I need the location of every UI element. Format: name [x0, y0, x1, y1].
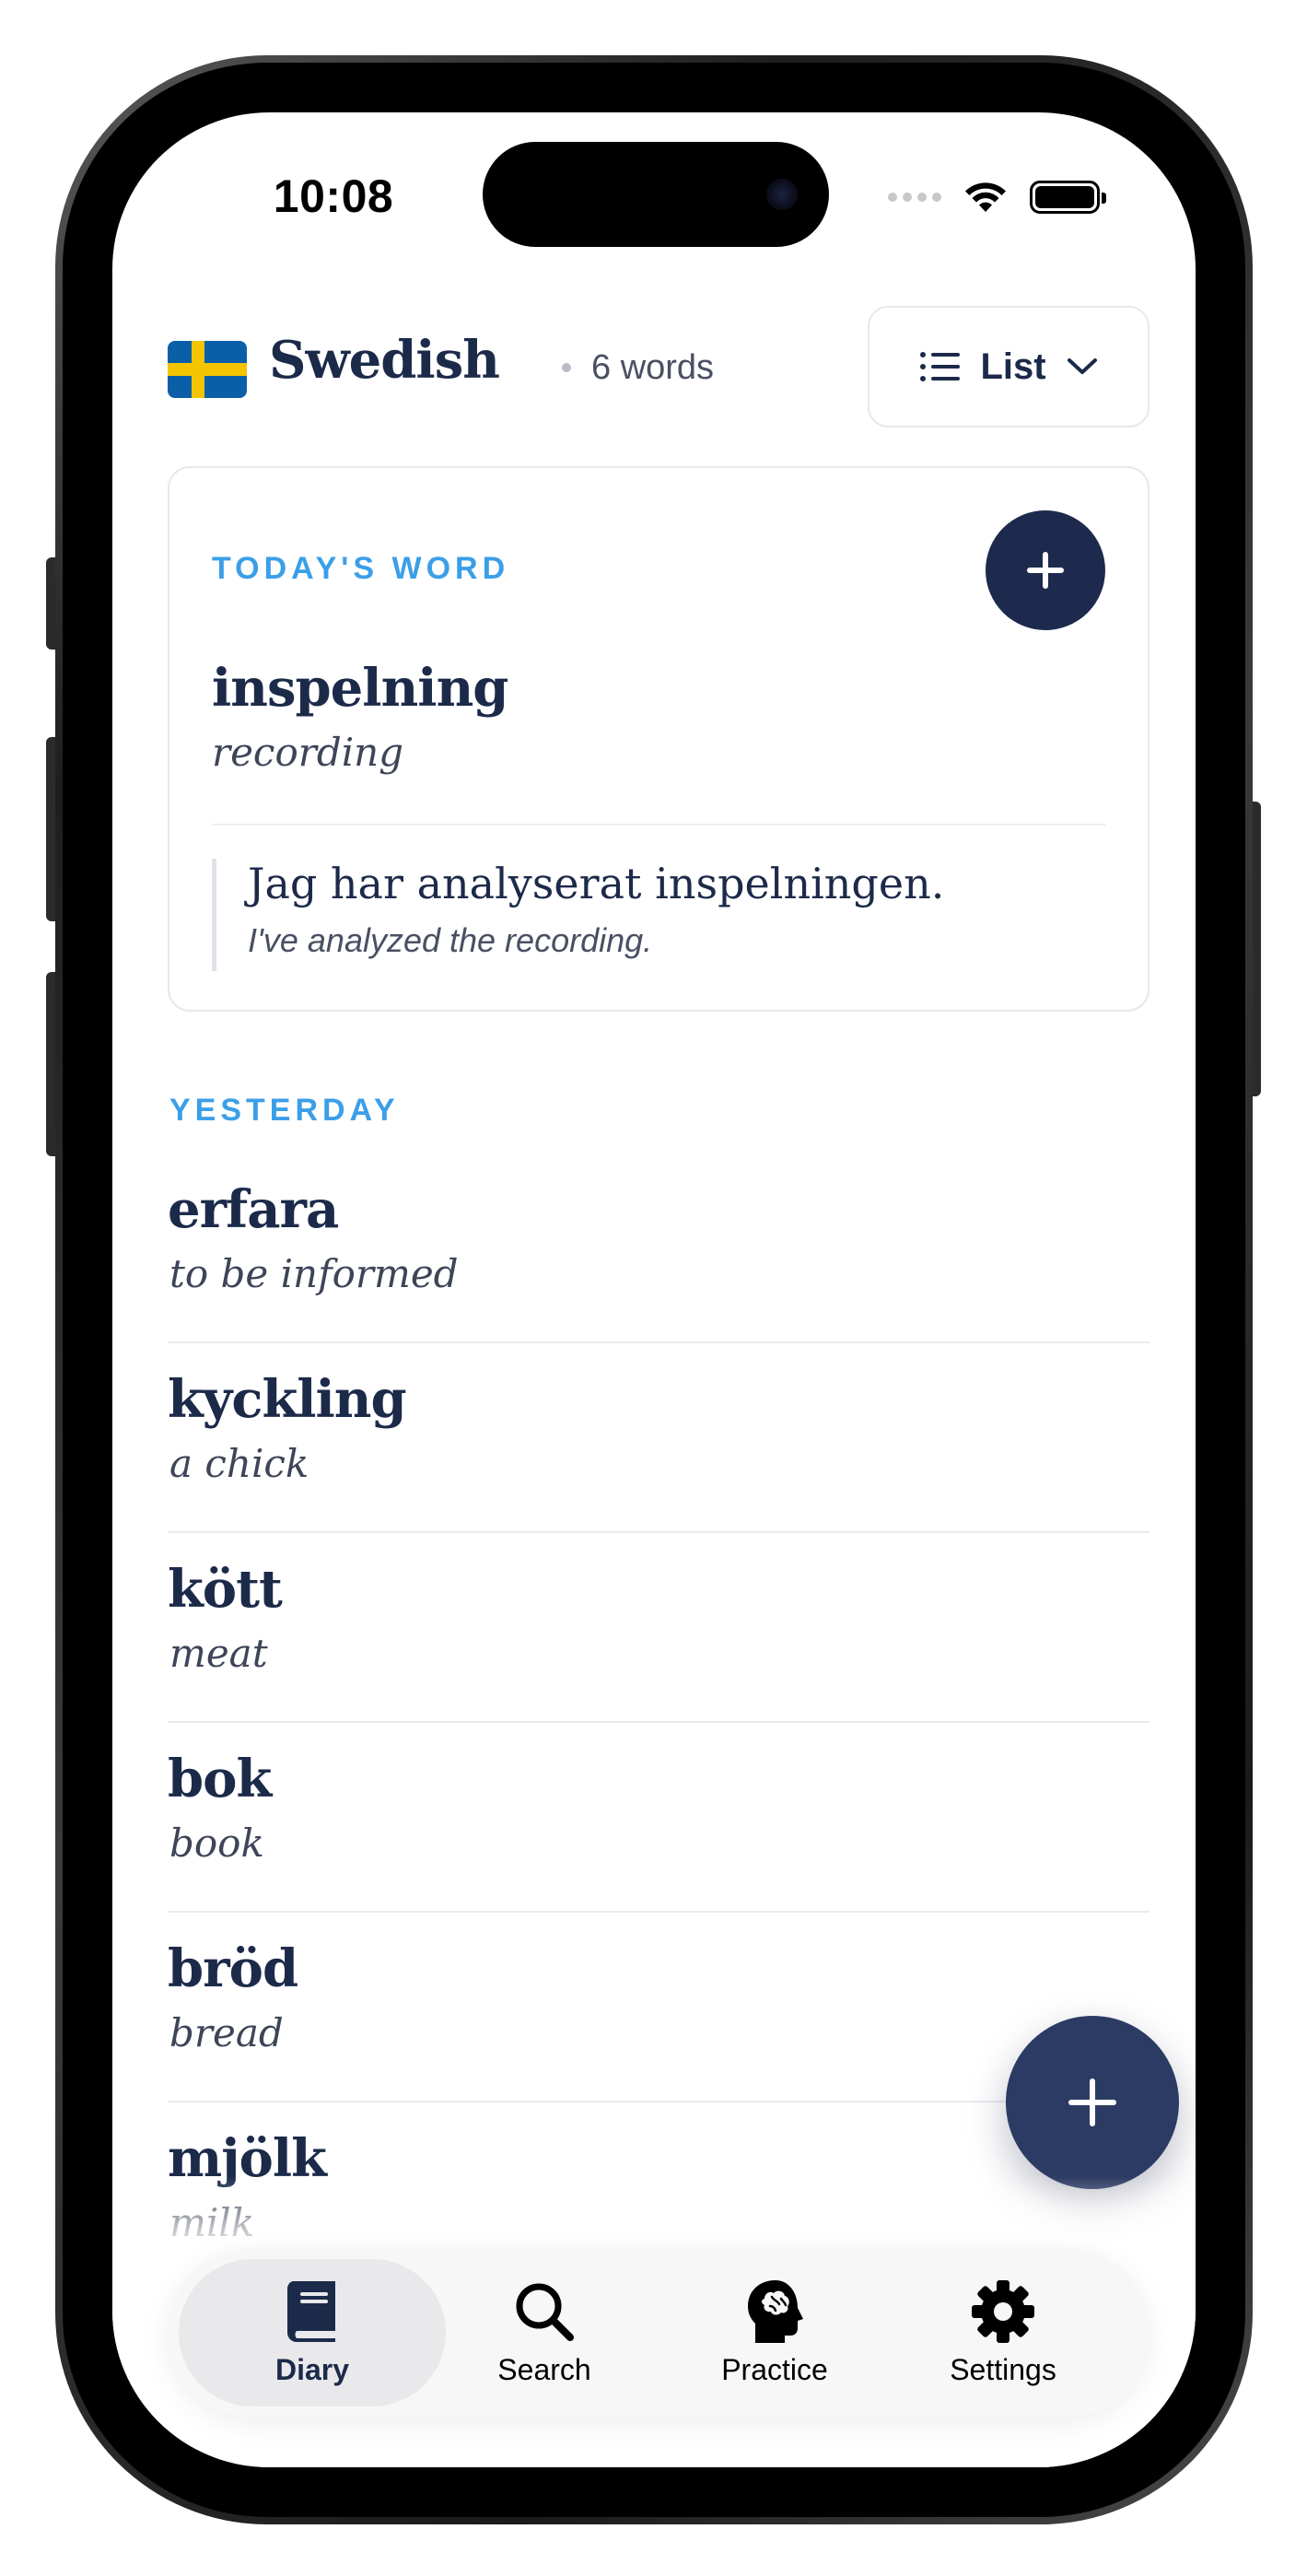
app-screen: 10:08 Swedish 6 words List TODAY'S WORD …: [112, 112, 1196, 2467]
list-item[interactable]: erfara to be informed: [168, 1153, 1149, 1343]
book-icon: [286, 2280, 335, 2342]
tab-bar: Diary Search Practice Settings: [168, 2248, 1149, 2418]
list-item-translation: meat: [169, 1631, 268, 1676]
cellular-signal-icon: [888, 193, 941, 202]
yesterday-section-label: YESTERDAY: [169, 1093, 400, 1128]
tab-practice-label: Practice: [721, 2352, 828, 2386]
swedish-flag-icon: [168, 341, 247, 398]
plus-icon: [1068, 2078, 1116, 2126]
example-translation: I've analyzed the recording.: [248, 921, 653, 959]
tab-settings-label: Settings: [950, 2352, 1056, 2386]
list-item-word: bröd: [168, 1938, 298, 1999]
language-title: Swedish: [269, 330, 500, 391]
example-quote: Jag har analyserat inspelningen. I've an…: [212, 859, 944, 971]
dynamic-island: [483, 142, 829, 247]
diary-header: Swedish 6 words List: [168, 306, 1149, 427]
add-word-fab[interactable]: [1006, 2016, 1179, 2189]
word-count: 6 words: [591, 348, 715, 387]
battery-icon: [1030, 181, 1106, 214]
gear-icon: [972, 2279, 1034, 2343]
todays-word-card[interactable]: TODAY'S WORD inspelning recording Jag ha…: [168, 466, 1149, 1012]
list-item[interactable]: kött meat: [168, 1533, 1149, 1723]
tab-search[interactable]: Search: [411, 2259, 678, 2406]
list-item-word: bok: [168, 1749, 272, 1809]
search-icon: [516, 2283, 574, 2341]
separator-dot: [562, 363, 571, 372]
word-list: erfara to be informed kyckling a chick k…: [168, 1153, 1149, 2292]
todays-word-label: TODAY'S WORD: [212, 551, 510, 586]
status-indicators: [888, 179, 1106, 216]
view-mode-dropdown[interactable]: List: [868, 306, 1149, 427]
list-item-translation: book: [169, 1821, 264, 1866]
phone-bezel: 10:08 Swedish 6 words List TODAY'S WORD …: [63, 63, 1245, 2517]
plus-icon: [1027, 552, 1064, 589]
list-item[interactable]: bok book: [168, 1723, 1149, 1913]
phone-frame: 10:08 Swedish 6 words List TODAY'S WORD …: [55, 55, 1253, 2524]
front-camera-icon: [766, 179, 798, 210]
view-mode-label: List: [980, 345, 1046, 387]
status-time: 10:08: [273, 170, 394, 222]
tab-search-label: Search: [497, 2352, 591, 2386]
list-item-word: kött: [168, 1559, 283, 1620]
card-divider: [212, 824, 1105, 825]
chevron-down-icon: [1067, 358, 1097, 374]
list-item[interactable]: kyckling a chick: [168, 1343, 1149, 1533]
list-item[interactable]: bröd bread: [168, 1913, 1149, 2102]
list-item-word: kyckling: [168, 1369, 407, 1430]
example-sentence: Jag har analyserat inspelningen.: [248, 859, 945, 908]
tab-settings[interactable]: Settings: [869, 2259, 1137, 2406]
list-item-translation: a chick: [169, 1441, 309, 1486]
wifi-icon: [965, 182, 1006, 212]
tab-practice[interactable]: Practice: [641, 2259, 908, 2406]
brain-head-icon: [748, 2279, 803, 2343]
list-item-word: erfara: [168, 1179, 339, 1240]
todays-word: inspelning: [212, 658, 508, 719]
tab-diary[interactable]: Diary: [179, 2259, 446, 2406]
list-item-translation: to be informed: [169, 1251, 459, 1296]
list-item-translation: bread: [169, 2010, 284, 2055]
list-icon: [920, 352, 961, 381]
todays-word-translation: recording: [212, 730, 404, 775]
add-todays-word-button[interactable]: [986, 510, 1105, 630]
tab-diary-label: Diary: [274, 2352, 350, 2386]
